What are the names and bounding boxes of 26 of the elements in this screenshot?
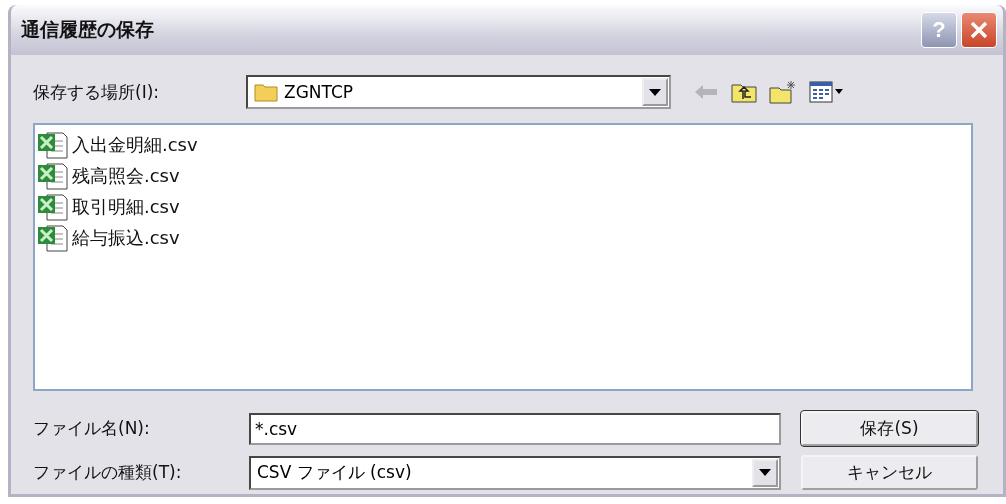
file-item[interactable]: 入出金明細.csv xyxy=(72,132,198,157)
close-button[interactable] xyxy=(961,12,997,48)
save-button[interactable]: 保存(S) xyxy=(801,411,978,446)
filetype-label: ファイルの種類(T): xyxy=(33,461,183,484)
filetype-dropdown[interactable]: CSV ファイル (csv) xyxy=(249,455,781,490)
file-item[interactable]: 給与振込.csv xyxy=(72,225,180,250)
folder-name: ZGNTCP xyxy=(284,82,354,102)
filename-field[interactable]: *.csv xyxy=(249,412,781,445)
close-icon xyxy=(969,20,989,40)
file-item[interactable]: 残高照会.csv xyxy=(72,163,180,188)
window-title: 通信履歴の保存 xyxy=(21,17,155,42)
cancel-button[interactable]: キャンセル xyxy=(801,455,978,490)
spreadsheet-file-icon xyxy=(37,161,69,190)
spreadsheet-file-icon xyxy=(37,130,69,159)
location-dropdown[interactable]: ZGNTCP xyxy=(246,75,671,109)
caret-icon xyxy=(759,469,771,476)
file-item[interactable]: 取引明細.csv xyxy=(72,194,180,219)
folder-icon xyxy=(254,82,278,102)
spreadsheet-file-icon xyxy=(37,223,69,252)
caret-icon xyxy=(649,88,661,96)
dropdown-button[interactable] xyxy=(642,78,668,106)
dropdown-button[interactable] xyxy=(752,458,778,487)
filetype-value: CSV ファイル (csv) xyxy=(257,461,412,484)
spreadsheet-file-icon xyxy=(37,192,69,221)
location-label: 保存する場所(I): xyxy=(33,80,160,104)
filename-label: ファイル名(N): xyxy=(33,417,151,440)
